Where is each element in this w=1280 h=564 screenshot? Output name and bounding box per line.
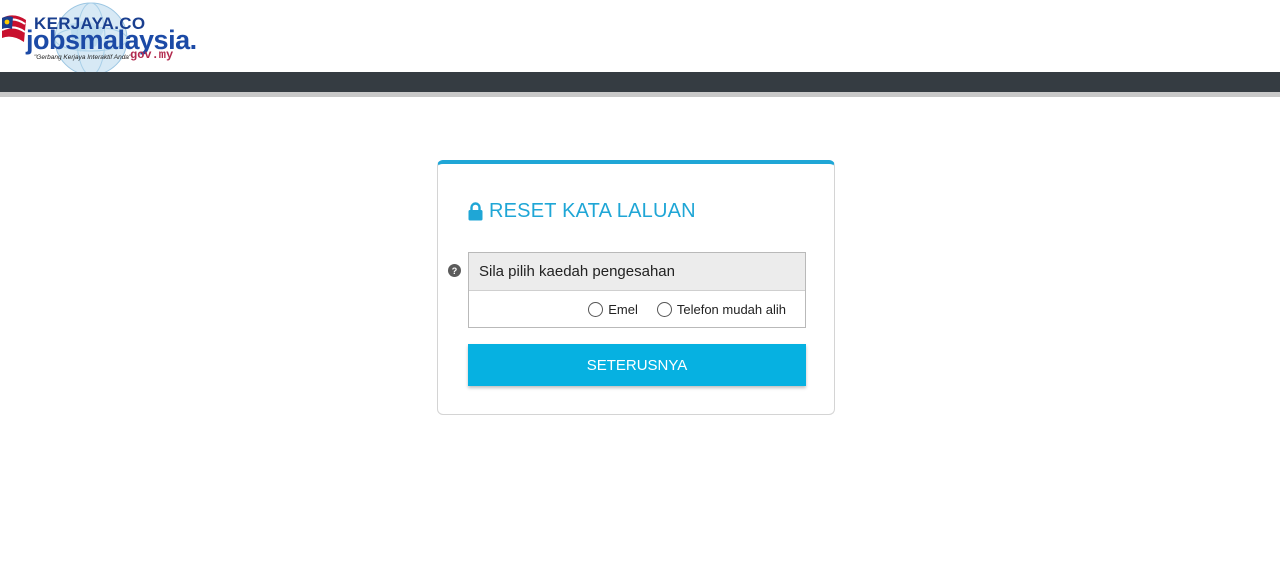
- card-title-text: RESET KATA LALUAN: [489, 200, 696, 222]
- verification-method-prompt: Sila pilih kaedah pengesahan: [469, 253, 805, 291]
- phone-radio[interactable]: [656, 301, 672, 317]
- lock-icon: [468, 202, 483, 221]
- navigation-bar-border: [0, 92, 1280, 97]
- next-button[interactable]: SETERUSNYA: [468, 344, 806, 386]
- brand-tagline: "Gerbang Kerjaya Interaktif Anda": [34, 54, 132, 61]
- card-title: RESET KATA LALUAN: [468, 200, 696, 223]
- navigation-bar: [0, 72, 1280, 92]
- reset-password-card: RESET KATA LALUAN ? Sila pilih kaedah pe…: [437, 160, 835, 415]
- jobsmalaysia-logo[interactable]: KERJAYA.CO jobsmalaysia. "Gerbang Kerjay…: [0, 2, 197, 78]
- question-circle-icon[interactable]: ?: [448, 264, 461, 277]
- option-phone[interactable]: Telefon mudah alih: [656, 301, 786, 317]
- verification-method-group: Sila pilih kaedah pengesahan Emel Telefo…: [468, 252, 806, 328]
- site-header: KERJAYA.CO jobsmalaysia. "Gerbang Kerjay…: [0, 0, 1280, 76]
- brand-domain: gov.my: [130, 48, 174, 62]
- verification-method-options: Emel Telefon mudah alih: [469, 291, 805, 327]
- malaysia-flag-icon: [1, 15, 26, 42]
- option-email-label: Emel: [608, 301, 638, 317]
- email-radio[interactable]: [588, 301, 604, 317]
- option-phone-label: Telefon mudah alih: [676, 301, 786, 317]
- option-email[interactable]: Emel: [588, 301, 638, 317]
